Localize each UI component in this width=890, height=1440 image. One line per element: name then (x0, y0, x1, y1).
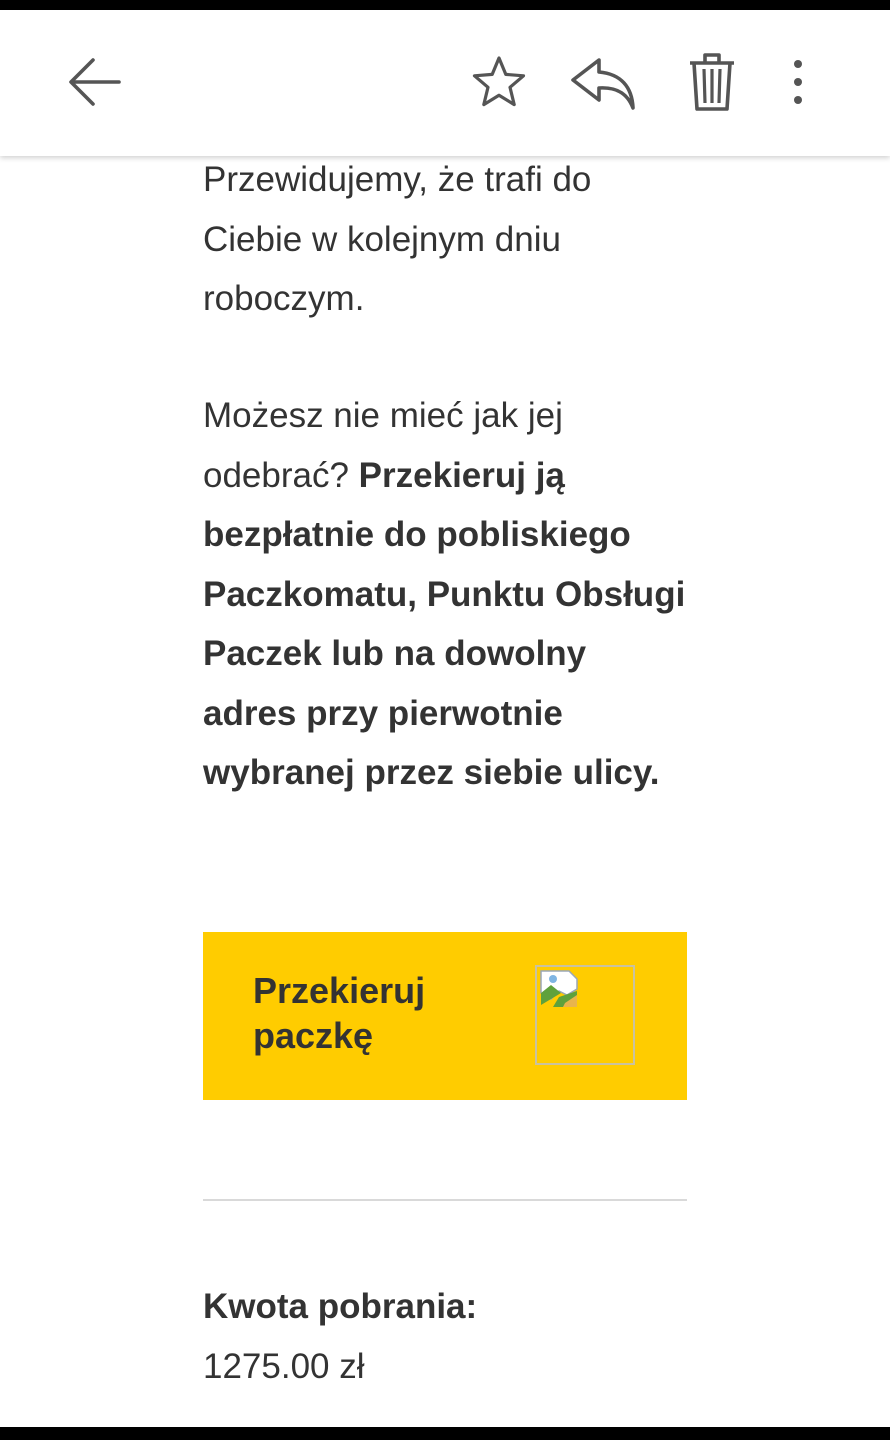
top-toolbar (0, 10, 890, 156)
arrow-left-icon (65, 52, 125, 112)
trash-icon (682, 49, 742, 115)
broken-image-icon (535, 965, 635, 1065)
delete-button[interactable] (676, 46, 748, 118)
redirect-parcel-label: Przekieruj paczkę (253, 970, 426, 1056)
more-options-button[interactable] (762, 46, 834, 118)
star-button[interactable] (463, 46, 535, 118)
redirect-offer-text: Przekieruj ją bezpłatnie do pobliskiego … (203, 455, 686, 793)
reply-icon (569, 52, 639, 112)
back-button[interactable] (59, 46, 131, 118)
redirect-info-text: Możesz nie mieć jak jej odebrać? Przekie… (203, 386, 687, 803)
star-outline-icon (469, 52, 529, 112)
delivery-estimate-text: Przewidujemy, że trafi do Ciebie w kolej… (203, 160, 592, 318)
more-vertical-icon (788, 52, 808, 112)
email-screen: Przewidujemy, że trafi do Ciebie w kolej… (0, 10, 890, 1427)
reply-button[interactable] (568, 46, 640, 118)
section-divider (203, 1199, 687, 1201)
redirect-parcel-button[interactable]: Przekieruj paczkę (203, 932, 687, 1100)
cod-amount-label: Kwota pobrania: (203, 1287, 478, 1326)
cod-amount-value: 1275.00 zł (203, 1347, 365, 1386)
